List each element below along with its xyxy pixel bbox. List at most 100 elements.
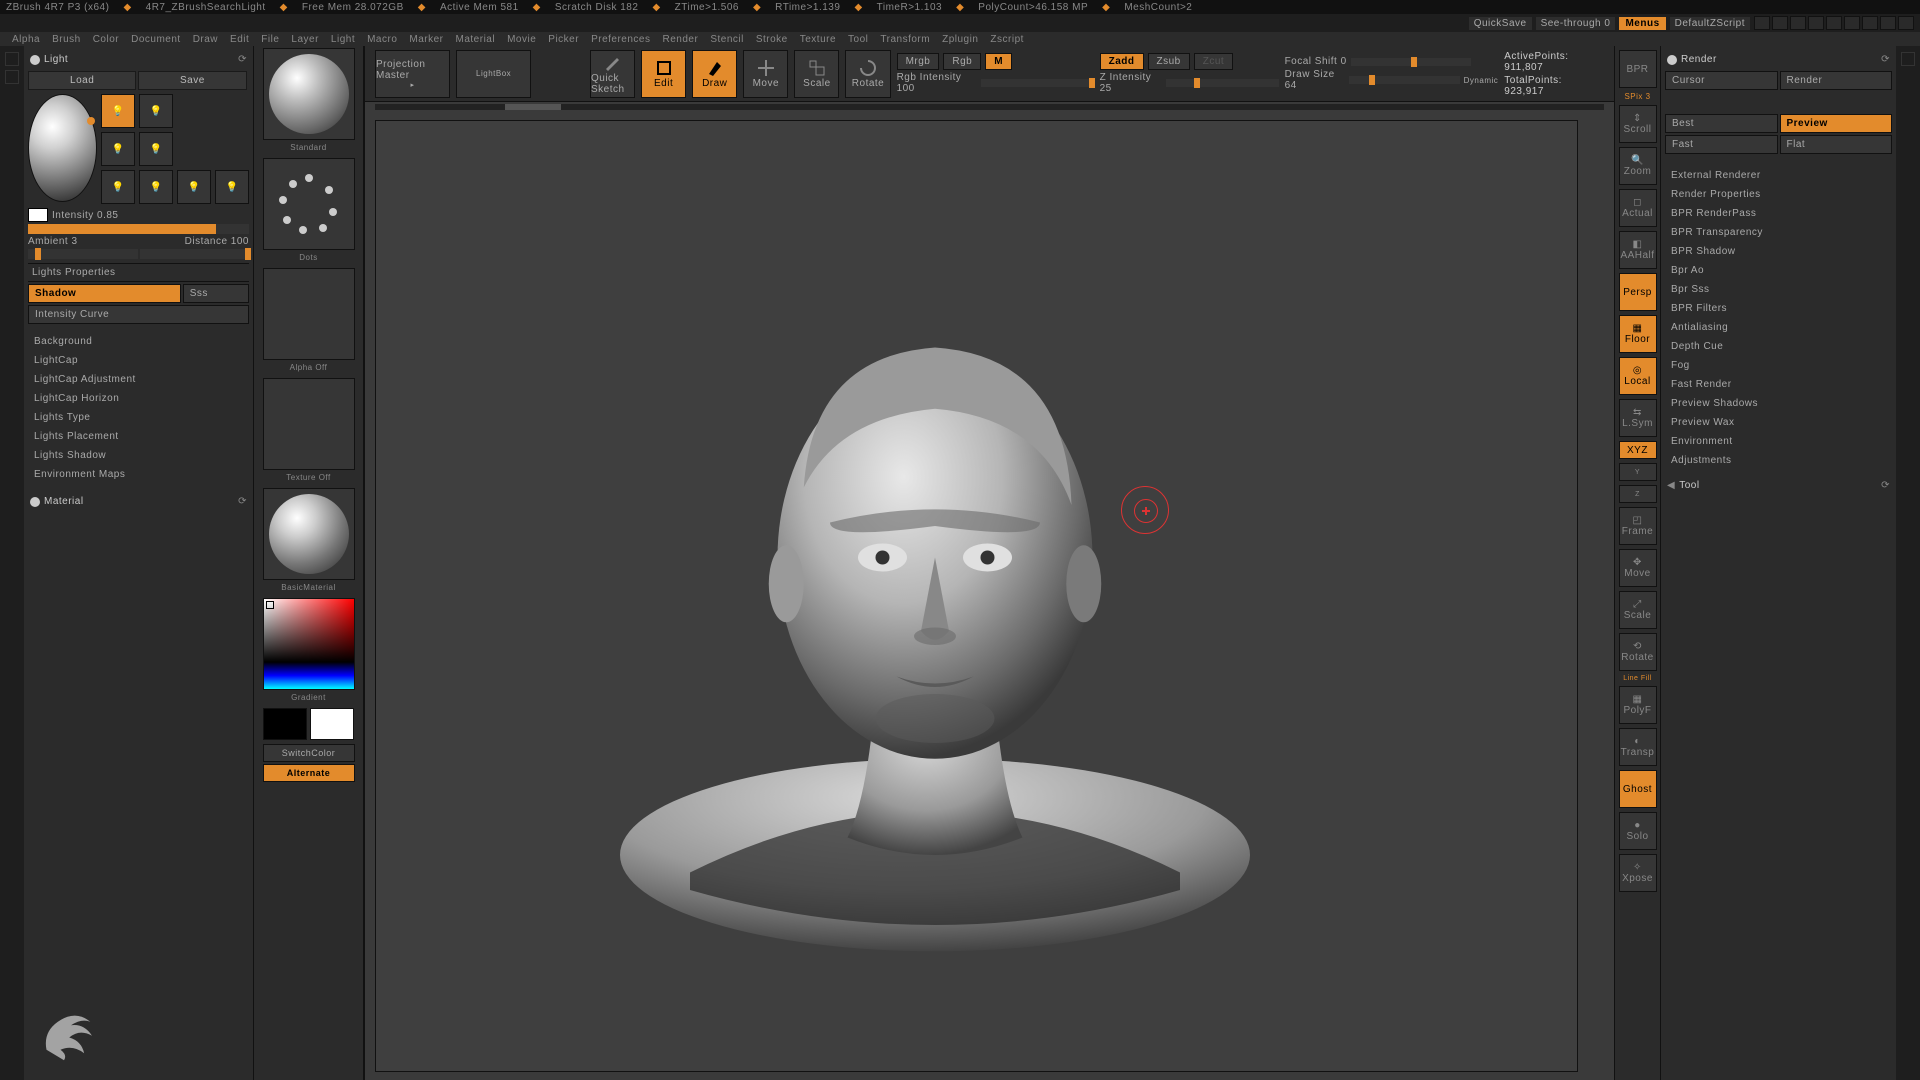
lights-shadow-item[interactable]: Lights Shadow [28,446,249,465]
light-3-toggle[interactable]: 💡 [101,132,135,166]
menu-light[interactable]: Light [331,34,355,45]
refresh-icon[interactable]: ⟳ [1881,54,1890,65]
timeline-scroll[interactable] [375,104,1604,110]
adjustments-item[interactable]: Adjustments [1665,451,1892,470]
bpr-sss-item[interactable]: Bpr Sss [1665,280,1892,299]
ambient-label[interactable]: Ambient 3 [28,236,78,247]
save-button[interactable]: Save [138,71,246,90]
alternate-button[interactable]: Alternate [263,764,355,782]
grad-white-swatch[interactable] [310,708,354,740]
bpr-ao-item[interactable]: Bpr Ao [1665,261,1892,280]
zcut-button[interactable]: Zcut [1194,53,1233,70]
minimize-icon[interactable] [1862,16,1878,30]
material-panel-header[interactable]: Material ⟳ [28,492,249,511]
light-panel-header[interactable]: Light ⟳ [28,50,249,69]
tool-panel-header[interactable]: ◀ Tool ⟳ [1665,476,1892,495]
light-8-toggle[interactable]: 💡 [215,170,249,204]
lightcap-horizon-item[interactable]: LightCap Horizon [28,389,249,408]
menu-draw[interactable]: Draw [193,34,218,45]
light-5-toggle[interactable]: 💡 [101,170,135,204]
menu-picker[interactable]: Picker [548,34,579,45]
bpr-shadow-item[interactable]: BPR Shadow [1665,242,1892,261]
light-7-toggle[interactable]: 💡 [177,170,211,204]
draw-button[interactable]: Draw [692,50,737,98]
mrgb-button[interactable]: Mrgb [897,53,940,70]
menu-tool[interactable]: Tool [848,34,868,45]
lsym-button[interactable]: ⇆L.Sym [1619,399,1657,437]
config5-icon[interactable] [1826,16,1842,30]
ghost-button[interactable]: Ghost [1619,770,1657,808]
floor-button[interactable]: ▦Floor [1619,315,1657,353]
scroll-button[interactable]: ⇕Scroll [1619,105,1657,143]
edit-button[interactable]: Edit [641,50,686,98]
m-button[interactable]: M [985,53,1012,70]
lights-type-item[interactable]: Lights Type [28,408,249,427]
polyf-button[interactable]: ▦PolyF [1619,686,1657,724]
projection-master-button[interactable]: Projection Master▸ [375,50,450,98]
rotate-button[interactable]: Rotate [845,50,890,98]
config4-icon[interactable] [1808,16,1824,30]
maximize-icon[interactable] [1880,16,1896,30]
menu-zscript[interactable]: Zscript [990,34,1024,45]
brush-slot[interactable] [263,48,355,140]
axis-z-button[interactable]: Z [1619,485,1657,503]
menu-zplugin[interactable]: Zplugin [942,34,978,45]
rgb-button[interactable]: Rgb [943,53,981,70]
depth-cue-item[interactable]: Depth Cue [1665,337,1892,356]
local-button[interactable]: ◎Local [1619,357,1657,395]
actual-button[interactable]: ◻Actual [1619,189,1657,227]
light-4-toggle[interactable]: 💡 [139,132,173,166]
menu-movie[interactable]: Movie [507,34,536,45]
grad-black-swatch[interactable] [263,708,307,740]
xyz-button[interactable]: XYZ [1619,441,1657,459]
lightbox-button[interactable]: LightBox [456,50,531,98]
cursor-button[interactable]: Cursor [1665,71,1778,90]
menu-layer[interactable]: Layer [291,34,319,45]
render-properties-item[interactable]: Render Properties [1665,185,1892,204]
ambient-slider[interactable] [28,249,138,259]
background-item[interactable]: Background [28,332,249,351]
distance-label[interactable]: Distance 100 [185,236,249,247]
rgb-intensity-label[interactable]: Rgb Intensity 100 [897,72,978,94]
best-button[interactable]: Best [1665,114,1778,133]
draw-size-label[interactable]: Draw Size 64 [1285,69,1345,91]
frame-button[interactable]: ◰Frame [1619,507,1657,545]
menu-macro[interactable]: Macro [367,34,397,45]
menus-button[interactable]: Menus [1619,17,1665,30]
menu-document[interactable]: Document [131,34,181,45]
dock-move-button[interactable]: ✥Move [1619,549,1657,587]
move-button[interactable]: Move [743,50,788,98]
menu-stencil[interactable]: Stencil [710,34,744,45]
solo-button[interactable]: ●Solo [1619,812,1657,850]
light-6-toggle[interactable]: 💡 [139,170,173,204]
light-2-toggle[interactable]: 💡 [139,94,173,128]
gradient-label[interactable]: Gradient [291,692,326,706]
left-edge-dock[interactable] [0,46,24,1080]
environment-item[interactable]: Environment [1665,432,1892,451]
zoom-button[interactable]: 🔍Zoom [1619,147,1657,185]
fog-item[interactable]: Fog [1665,356,1892,375]
menu-texture[interactable]: Texture [800,34,836,45]
preview-shadows-item[interactable]: Preview Shadows [1665,394,1892,413]
xpose-button[interactable]: ✧Xpose [1619,854,1657,892]
texture-slot[interactable] [263,378,355,470]
bpr-transparency-item[interactable]: BPR Transparency [1665,223,1892,242]
external-renderer-item[interactable]: External Renderer [1665,166,1892,185]
flat-button[interactable]: Flat [1780,135,1893,154]
antialiasing-item[interactable]: Antialiasing [1665,318,1892,337]
axis-y-button[interactable]: Y [1619,463,1657,481]
menu-brush[interactable]: Brush [52,34,81,45]
refresh-icon[interactable]: ⟳ [1881,480,1890,491]
refresh-icon[interactable]: ⟳ [238,54,247,65]
viewport[interactable] [375,120,1578,1072]
config-icon[interactable] [1754,16,1770,30]
menu-marker[interactable]: Marker [409,34,443,45]
quicksave-button[interactable]: QuickSave [1469,17,1532,30]
draw-size-slider[interactable] [1349,76,1460,84]
config2-icon[interactable] [1772,16,1788,30]
right-edge-dock[interactable] [1896,46,1920,1080]
lightcap-adjustment-item[interactable]: LightCap Adjustment [28,370,249,389]
menu-alpha[interactable]: Alpha [12,34,40,45]
load-button[interactable]: Load [28,71,136,90]
menu-file[interactable]: File [261,34,279,45]
